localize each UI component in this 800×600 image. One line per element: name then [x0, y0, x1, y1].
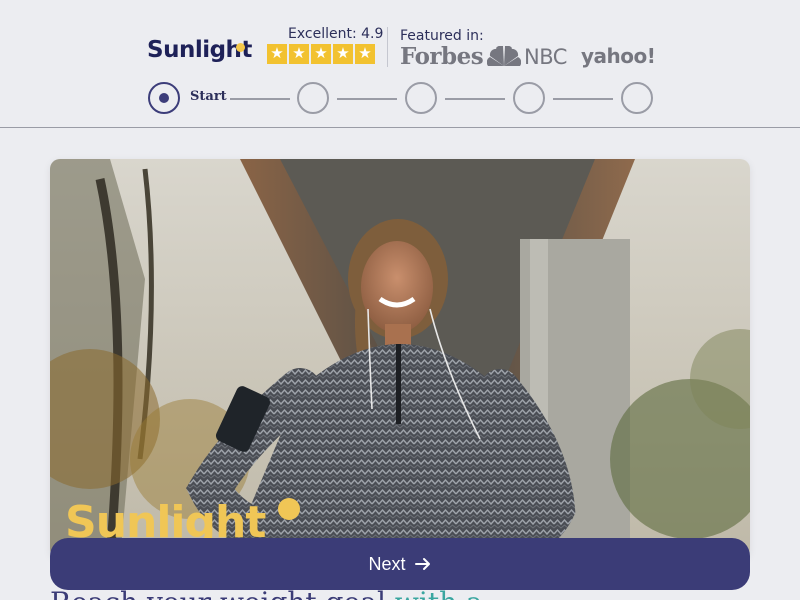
- arrow-right-icon: [414, 558, 430, 570]
- step-4-indicator: [513, 82, 545, 114]
- star-icon: ★: [355, 44, 375, 64]
- nbc-peacock-icon: [487, 46, 521, 66]
- star-icon: ★: [333, 44, 353, 64]
- header-divider: [387, 27, 388, 67]
- hero-image: Sunlight: [50, 159, 750, 559]
- nbc-logo: NBC: [487, 45, 567, 69]
- star-icon: ★: [289, 44, 309, 64]
- progress-stepper: Start: [148, 82, 654, 116]
- step-connector: [337, 98, 397, 100]
- headline-text: Reach your weight goal: [50, 586, 395, 600]
- next-button[interactable]: Next: [50, 538, 750, 590]
- step-connector: [445, 98, 505, 100]
- next-button-label: Next: [368, 553, 406, 574]
- step-current-dot-icon: [159, 93, 169, 103]
- headline-accent: with a...: [395, 586, 510, 600]
- step-5-indicator: [621, 82, 653, 114]
- top-header: Sunlight Excellent: 4.9 ★ ★ ★ ★ ★ Featur…: [0, 0, 800, 128]
- hero-sun-dot-icon: [278, 498, 300, 520]
- star-icon: ★: [267, 44, 287, 64]
- step-connector: [553, 98, 613, 100]
- step-start-label: Start: [190, 89, 227, 104]
- forbes-logo: Forbes: [400, 43, 484, 70]
- star-icon: ★: [311, 44, 331, 64]
- step-connector: [230, 98, 290, 100]
- step-3-indicator: [405, 82, 437, 114]
- step-1-indicator: [148, 82, 180, 114]
- brand-sun-dot-icon: [236, 43, 245, 52]
- yahoo-logo: yahoo!: [581, 44, 656, 68]
- step-2-indicator: [297, 82, 329, 114]
- rating-stars: ★ ★ ★ ★ ★: [267, 44, 375, 64]
- nbc-logo-text: NBC: [524, 45, 567, 69]
- featured-in-label: Featured in:: [400, 28, 484, 44]
- rating-label: Excellent: 4.9: [288, 26, 384, 42]
- headline: Reach your weight goal with a...: [50, 586, 750, 600]
